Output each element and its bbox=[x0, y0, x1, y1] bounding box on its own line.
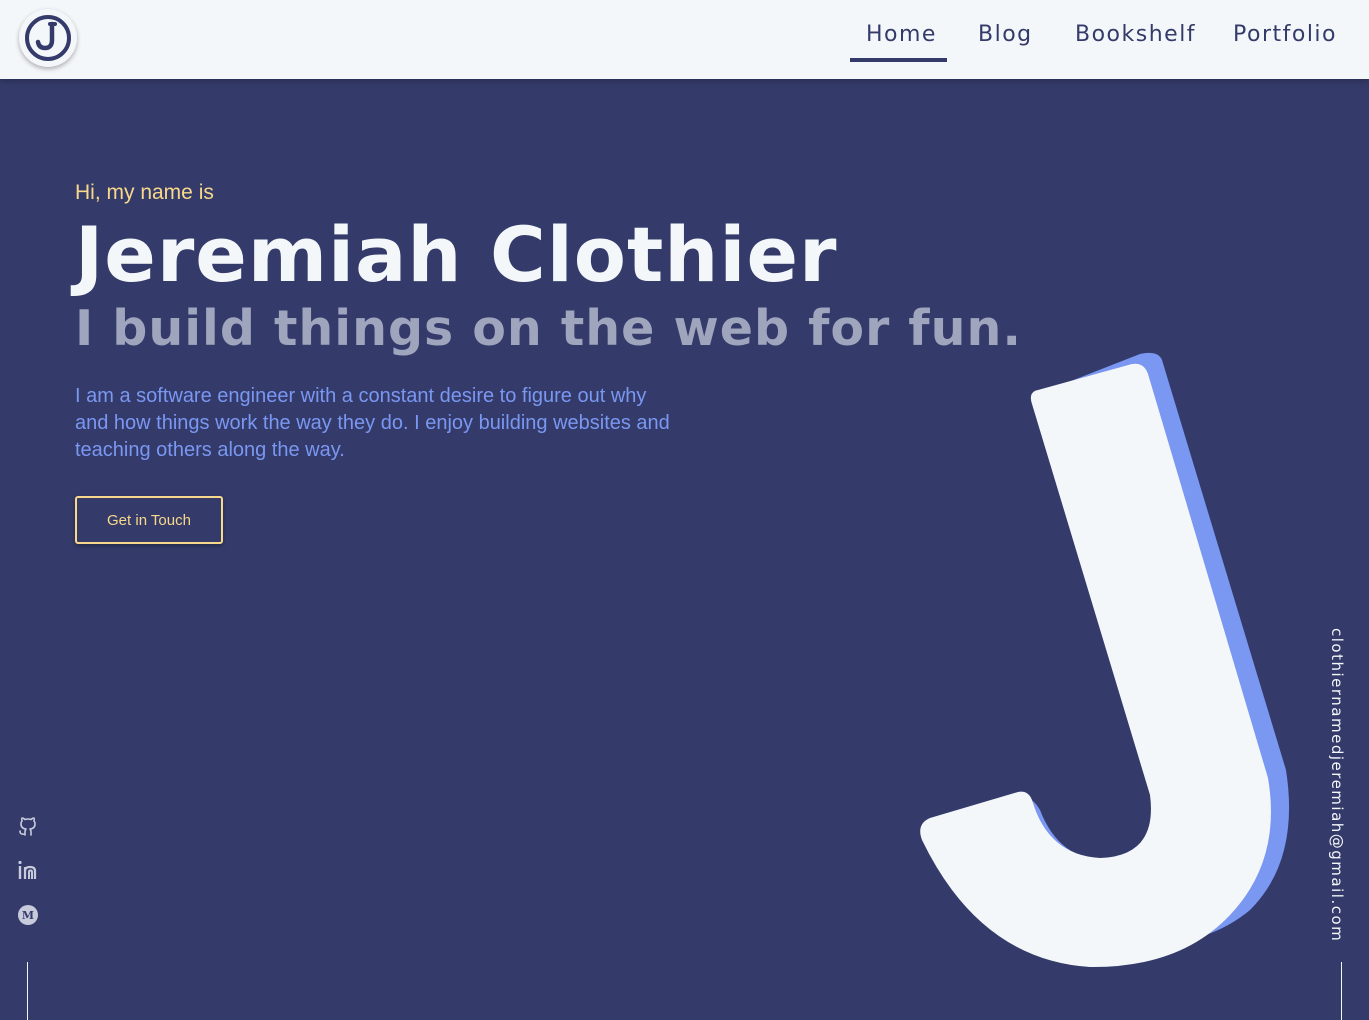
nav-home[interactable]: Home bbox=[866, 22, 937, 47]
linkedin-icon[interactable] bbox=[16, 859, 40, 883]
active-nav-underline bbox=[850, 58, 947, 62]
logo[interactable] bbox=[19, 9, 77, 67]
medium-icon[interactable]: M bbox=[16, 903, 40, 927]
github-icon[interactable] bbox=[16, 814, 40, 838]
email-link-container: clothiernamedjeremiah@gmail.com bbox=[1328, 628, 1354, 942]
email-link[interactable]: clothiernamedjeremiah@gmail.com bbox=[1328, 628, 1346, 942]
hero-bio: I am a software engineer with a constant… bbox=[75, 385, 670, 461]
svg-text:M: M bbox=[22, 909, 34, 922]
greeting-text: Hi, my name is bbox=[75, 181, 214, 204]
get-in-touch-button[interactable]: Get in Touch bbox=[75, 496, 223, 544]
nav-blog[interactable]: Blog bbox=[978, 22, 1033, 47]
nav-portfolio[interactable]: Portfolio bbox=[1233, 22, 1337, 47]
big-j-illustration bbox=[920, 352, 1290, 968]
hero-tagline: I build things on the web for fun. bbox=[75, 300, 1023, 357]
hero-name: Jeremiah Clothier bbox=[75, 210, 838, 299]
top-navbar: Home Blog Bookshelf Portfolio bbox=[0, 0, 1369, 79]
nav-bookshelf[interactable]: Bookshelf bbox=[1075, 22, 1196, 47]
j-logo-icon bbox=[25, 15, 71, 61]
left-decorative-line bbox=[27, 962, 28, 1020]
right-decorative-line bbox=[1341, 962, 1342, 1020]
